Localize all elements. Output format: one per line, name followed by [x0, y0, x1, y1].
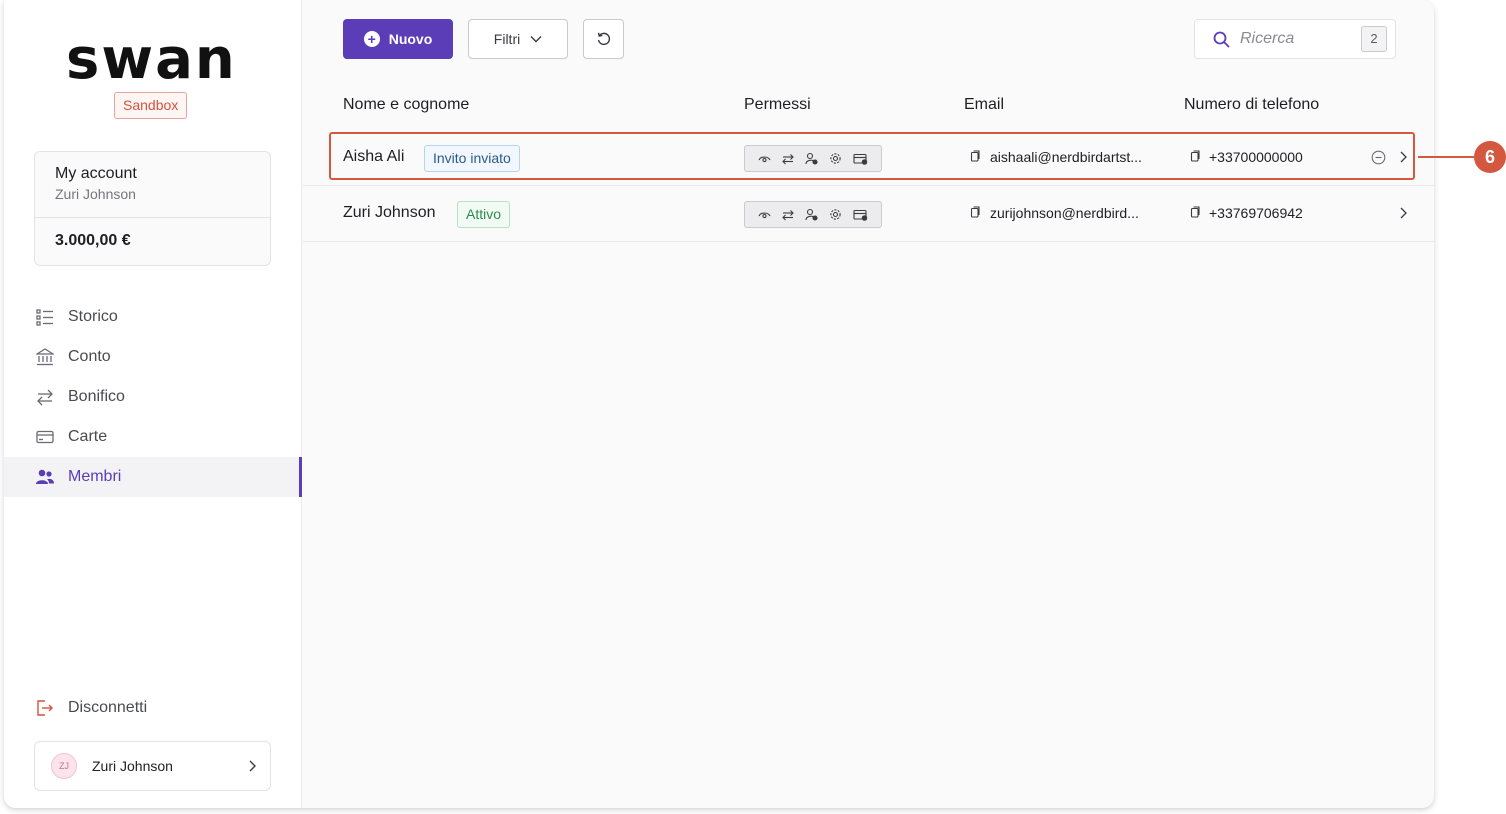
card-settings-icon [853, 209, 867, 221]
chevron-right-icon[interactable] [1399, 207, 1407, 219]
sidebar-item-label: Conto [68, 348, 111, 365]
account-title: My account [55, 165, 137, 182]
user-menu[interactable]: ZJ Zuri Johnson [34, 741, 271, 791]
status-badge: Attivo [457, 201, 511, 228]
plus-icon: + [363, 31, 380, 47]
transfer-icon [782, 209, 794, 220]
user-settings-icon [805, 208, 818, 221]
logout-icon [36, 699, 54, 717]
sidebar-nav: Storico Conto Bonifico Carte Membri [4, 297, 302, 497]
sidebar-item-label: Storico [68, 308, 118, 325]
gear-icon [830, 209, 841, 220]
search-result-count: 2 [1361, 26, 1387, 52]
refresh-icon [597, 32, 610, 46]
members-icon [36, 468, 54, 486]
card-icon [36, 428, 54, 446]
sidebar-item-label: Bonifico [68, 388, 125, 405]
column-header-permissions: Permessi [744, 96, 811, 113]
sidebar-item-conto[interactable]: Conto [4, 337, 302, 377]
search-input[interactable] [1240, 30, 1360, 48]
avatar: ZJ [51, 753, 77, 779]
member-email: zurijohnson@nerdbird... [990, 205, 1139, 221]
bank-icon [36, 348, 54, 366]
sidebar-item-label: Membri [68, 468, 122, 485]
list-icon [36, 308, 54, 326]
search-box[interactable]: 2 [1194, 19, 1396, 59]
new-button-label: Nuovo [388, 31, 433, 47]
callout-badge: 6 [1474, 141, 1506, 173]
filter-button-label: Filtri [493, 31, 521, 47]
sidebar-item-carte[interactable]: Carte [4, 417, 302, 457]
permissions-group [744, 201, 882, 228]
chevron-down-icon [530, 36, 542, 43]
sidebar-item-storico[interactable]: Storico [4, 297, 302, 337]
row-highlight-frame [329, 132, 1415, 180]
sidebar-item-bonifico[interactable]: Bonifico [4, 377, 302, 417]
table-header: Nome e cognome Permessi Email Numero di … [303, 96, 1434, 118]
refresh-button[interactable] [583, 19, 624, 59]
column-header-name: Nome e cognome [343, 96, 470, 113]
logout-label: Disconnetti [68, 699, 148, 716]
new-member-button[interactable]: + Nuovo [343, 19, 453, 59]
column-header-phone: Numero di telefono [1184, 96, 1320, 113]
member-phone: +33769706942 [1209, 205, 1303, 221]
user-name: Zuri Johnson [92, 758, 173, 774]
copy-icon[interactable] [1190, 206, 1200, 218]
column-header-email: Email [964, 96, 1005, 113]
swan-logo: swan [66, 32, 237, 84]
callout-line [1418, 156, 1474, 158]
sidebar-item-label: Carte [68, 428, 108, 445]
sidebar: swan Sandbox My account Zuri Johnson 3.0… [4, 0, 302, 808]
member-name: Zuri Johnson [343, 204, 436, 221]
app-window: swan Sandbox My account Zuri Johnson 3.0… [4, 0, 1434, 808]
table-row[interactable]: Zuri Johnson Attivo zurijohnson@nerdbird… [303, 186, 1434, 242]
search-icon [1213, 31, 1230, 48]
main-content: + Nuovo Filtri 2 Nome e cognome Permessi… [303, 0, 1434, 808]
sandbox-badge: Sandbox [114, 92, 188, 119]
transfer-icon [36, 388, 54, 406]
copy-icon[interactable] [970, 206, 980, 218]
logout-button[interactable]: Disconnetti [36, 699, 147, 717]
sidebar-item-membri[interactable]: Membri [4, 457, 302, 497]
filter-button[interactable]: Filtri [468, 19, 568, 59]
account-balance: 3.000,00 € [55, 232, 131, 249]
account-card[interactable]: My account Zuri Johnson 3.000,00 € [34, 151, 271, 266]
eye-icon [758, 211, 771, 218]
svg-text:swan: swan [66, 32, 237, 84]
chevron-right-icon [249, 760, 256, 772]
account-holder: Zuri Johnson [55, 186, 136, 202]
